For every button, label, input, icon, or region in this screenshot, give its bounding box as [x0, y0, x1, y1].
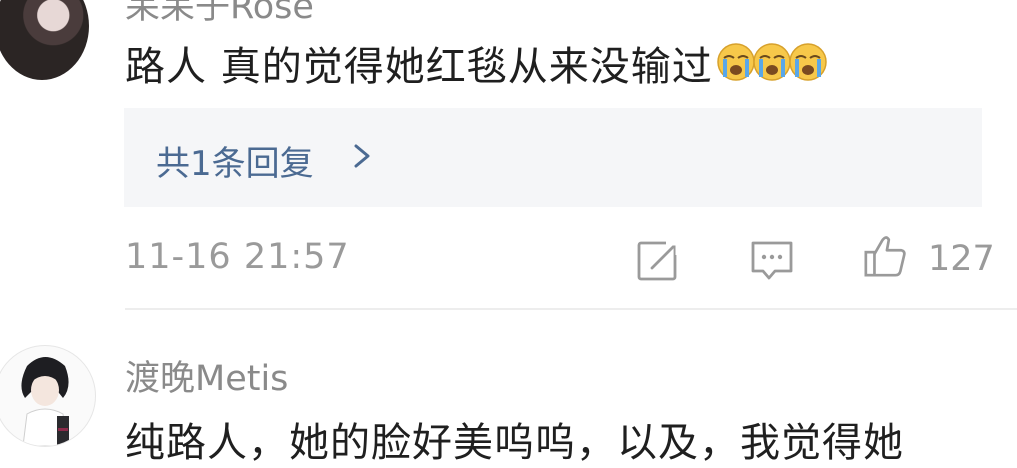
chevron-right-icon — [354, 144, 370, 168]
comment-bubble-icon[interactable] — [749, 237, 795, 283]
like-count: 127 — [928, 239, 995, 279]
comment-username[interactable]: 呆呆子Rose — [125, 0, 314, 29]
comment-text: 路人 真的觉得她红毯从来没输过 — [125, 34, 827, 93]
comment-text-content: 路人 真的觉得她红毯从来没输过 — [125, 44, 713, 90]
comment-text: 纯路人，她的脸好美呜呜，以及，我觉得她 — [125, 420, 904, 466]
avatar[interactable] — [0, 0, 89, 80]
avatar[interactable] — [0, 345, 96, 447]
comment-username[interactable]: 渡晚Metis — [125, 350, 288, 401]
thumbs-up-icon[interactable] — [862, 233, 908, 279]
crying-emoji-icon — [716, 41, 827, 93]
share-edit-icon[interactable] — [636, 237, 682, 283]
avatar-illustration-icon — [21, 357, 69, 446]
comment-divider — [125, 308, 1017, 310]
view-replies-link[interactable]: 共1条回复 — [156, 136, 314, 185]
reply-preview-box[interactable]: 共1条回复 — [124, 108, 982, 207]
comment-timestamp: 11-16 21:57 — [125, 237, 350, 277]
